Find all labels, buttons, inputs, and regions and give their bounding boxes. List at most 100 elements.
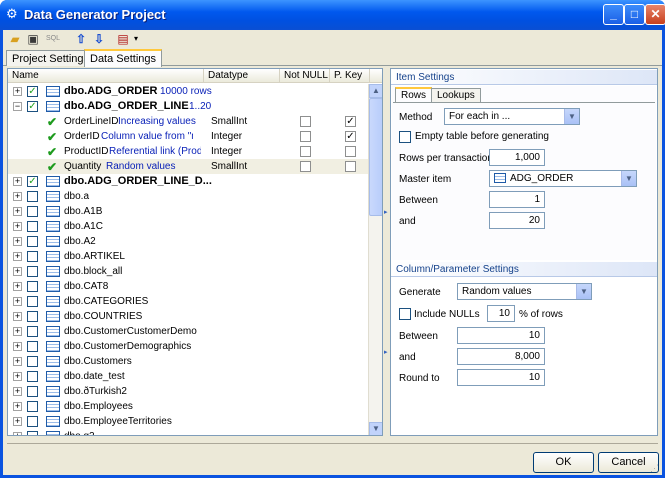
maximize-button[interactable]: □ xyxy=(624,4,645,25)
resize-grip-icon[interactable]: ⋰ xyxy=(650,463,660,473)
chevron-down-icon[interactable]: ▼ xyxy=(564,109,579,124)
tree-row-table[interactable]: + dbo.ðTurkish2 xyxy=(8,384,370,399)
tree-row-table[interactable]: + dbo.CATEGORIES xyxy=(8,294,370,309)
column-header-name[interactable]: Name xyxy=(8,69,204,83)
tree-row-table[interactable]: + dbo.A1C xyxy=(8,219,370,234)
expand-icon[interactable]: + xyxy=(13,237,22,246)
tree-row-table[interactable]: + dbo.g2 xyxy=(8,429,370,435)
close-button[interactable]: ✕ xyxy=(645,4,665,25)
open-folder-icon[interactable]: ▰ xyxy=(7,31,23,47)
tab-rows[interactable]: Rows xyxy=(395,87,433,102)
tree-row-table[interactable]: + dbo.CAT8 xyxy=(8,279,370,294)
title-bar[interactable]: ⚙ Data Generator Project _ □ ✕ xyxy=(0,0,665,30)
tree-row-table[interactable]: + dbo.EmployeeTerritories xyxy=(8,414,370,429)
col-between-input[interactable]: 10 xyxy=(457,327,545,344)
pkey-checkbox[interactable] xyxy=(345,161,356,172)
table-checkbox[interactable]: ✓ xyxy=(27,86,38,97)
table-checkbox[interactable] xyxy=(27,191,38,202)
include-nulls-input[interactable]: 10 xyxy=(487,305,515,322)
collapse-icon[interactable]: − xyxy=(13,102,22,111)
table-checkbox[interactable]: ✓ xyxy=(27,101,38,112)
table-checkbox[interactable] xyxy=(27,236,38,247)
column-header-notnull[interactable]: Not NULL xyxy=(280,69,330,83)
arrow-up-icon[interactable]: ⇧ xyxy=(73,31,89,47)
tab-lookups[interactable]: Lookups xyxy=(431,88,481,102)
tree-row-table[interactable]: + dbo.Employees xyxy=(8,399,370,414)
table-checkbox[interactable] xyxy=(27,431,38,435)
rows-per-transaction-input[interactable]: 1,000 xyxy=(489,149,545,166)
tree-row-table[interactable]: + dbo.A2 xyxy=(8,234,370,249)
notnull-checkbox[interactable] xyxy=(300,131,311,142)
chevron-down-icon[interactable]: ▾ xyxy=(128,31,144,47)
notnull-checkbox[interactable] xyxy=(300,116,311,127)
table-checkbox[interactable] xyxy=(27,221,38,232)
tree-row-table[interactable]: + ✓ dbo.ADG_ORDER_LINE_D... xyxy=(8,174,370,189)
expand-icon[interactable]: + xyxy=(13,432,22,435)
tab-project-settings[interactable]: Project Settings xyxy=(6,50,96,66)
tree-row-table[interactable]: + dbo.COUNTRIES xyxy=(8,309,370,324)
pkey-checkbox[interactable] xyxy=(345,146,356,157)
tree-row-table[interactable]: − ✓ dbo.ADG_ORDER_LINE 1..20 xyxy=(8,99,370,114)
round-to-input[interactable]: 10 xyxy=(457,369,545,386)
expand-icon[interactable]: + xyxy=(13,207,22,216)
tree-row-column[interactable]: ✔ OrderIDColumn value from "maste Integer ✓ xyxy=(8,129,370,144)
expand-icon[interactable]: + xyxy=(13,357,22,366)
expand-icon[interactable]: + xyxy=(13,387,22,396)
table-checkbox[interactable] xyxy=(27,266,38,277)
expand-icon[interactable]: + xyxy=(13,282,22,291)
splitter[interactable]: ▸ ▸ xyxy=(383,68,389,436)
table-checkbox[interactable] xyxy=(27,416,38,427)
scroll-thumb[interactable] xyxy=(369,98,382,216)
expand-icon[interactable]: + xyxy=(13,297,22,306)
tree-row-table[interactable]: + dbo.date_test xyxy=(8,369,370,384)
minimize-button[interactable]: _ xyxy=(603,4,624,25)
tab-data-settings[interactable]: Data Settings xyxy=(84,49,163,67)
expand-icon[interactable]: + xyxy=(13,312,22,321)
method-select[interactable]: For each in ... ▼ xyxy=(444,108,580,125)
notnull-checkbox[interactable] xyxy=(300,161,311,172)
table-checkbox[interactable] xyxy=(27,356,38,367)
table-checkbox[interactable] xyxy=(27,371,38,382)
empty-table-checkbox[interactable] xyxy=(399,131,411,143)
expand-icon[interactable]: + xyxy=(13,402,22,411)
column-header-datatype[interactable]: Datatype xyxy=(204,69,280,83)
tree-row-table[interactable]: + ✓ dbo.ADG_ORDER 10000 rows xyxy=(8,84,370,99)
table-checkbox[interactable] xyxy=(27,326,38,337)
table-checkbox[interactable] xyxy=(27,401,38,412)
expand-icon[interactable]: + xyxy=(13,177,22,186)
chevron-down-icon[interactable]: ▼ xyxy=(621,171,636,186)
tree-row-column[interactable]: ✔ ProductIDReferential link (Product Integ… xyxy=(8,144,370,159)
master-item-select[interactable]: ADG_ORDER ▼ xyxy=(489,170,637,187)
tree-row-column[interactable]: ✔ Quantity Random values SmallInt xyxy=(8,159,370,174)
tree-row-table[interactable]: + dbo.A1B xyxy=(8,204,370,219)
expand-icon[interactable]: + xyxy=(13,417,22,426)
table-checkbox[interactable]: ✓ xyxy=(27,176,38,187)
expand-icon[interactable]: + xyxy=(13,267,22,276)
rows-between-input[interactable]: 1 xyxy=(489,191,545,208)
table-checkbox[interactable] xyxy=(27,296,38,307)
splitter-arrow-icon[interactable]: ▸ xyxy=(384,208,388,216)
tree-row-table[interactable]: + dbo.ARTIKEL xyxy=(8,249,370,264)
tree-row-table[interactable]: + dbo.Customers xyxy=(8,354,370,369)
tree-row-table[interactable]: + dbo.a xyxy=(8,189,370,204)
tree-row-column[interactable]: ✔ OrderLineID Increasing values SmallInt ✓ xyxy=(8,114,370,129)
tree-row-table[interactable]: + dbo.CustomerCustomerDemo xyxy=(8,324,370,339)
expand-icon[interactable]: + xyxy=(13,327,22,336)
rows-and-input[interactable]: 20 xyxy=(489,212,545,229)
scroll-down-icon[interactable]: ▼ xyxy=(369,422,382,435)
pkey-checkbox[interactable]: ✓ xyxy=(345,116,356,127)
chevron-down-icon[interactable]: ▼ xyxy=(576,284,591,299)
tree-row-table[interactable]: + dbo.block_all xyxy=(8,264,370,279)
table-checkbox[interactable] xyxy=(27,281,38,292)
sql-icon[interactable]: SQL xyxy=(45,31,61,47)
expand-icon[interactable]: + xyxy=(13,372,22,381)
include-nulls-checkbox[interactable] xyxy=(399,308,411,320)
scroll-up-icon[interactable]: ▲ xyxy=(369,84,382,98)
generate-select[interactable]: Random values ▼ xyxy=(457,283,592,300)
table-checkbox[interactable] xyxy=(27,311,38,322)
table-checkbox[interactable] xyxy=(27,341,38,352)
table-checkbox[interactable] xyxy=(27,386,38,397)
arrow-down-icon[interactable]: ⇩ xyxy=(91,31,107,47)
expand-icon[interactable]: + xyxy=(13,87,22,96)
splitter-arrow-icon[interactable]: ▸ xyxy=(384,348,388,356)
